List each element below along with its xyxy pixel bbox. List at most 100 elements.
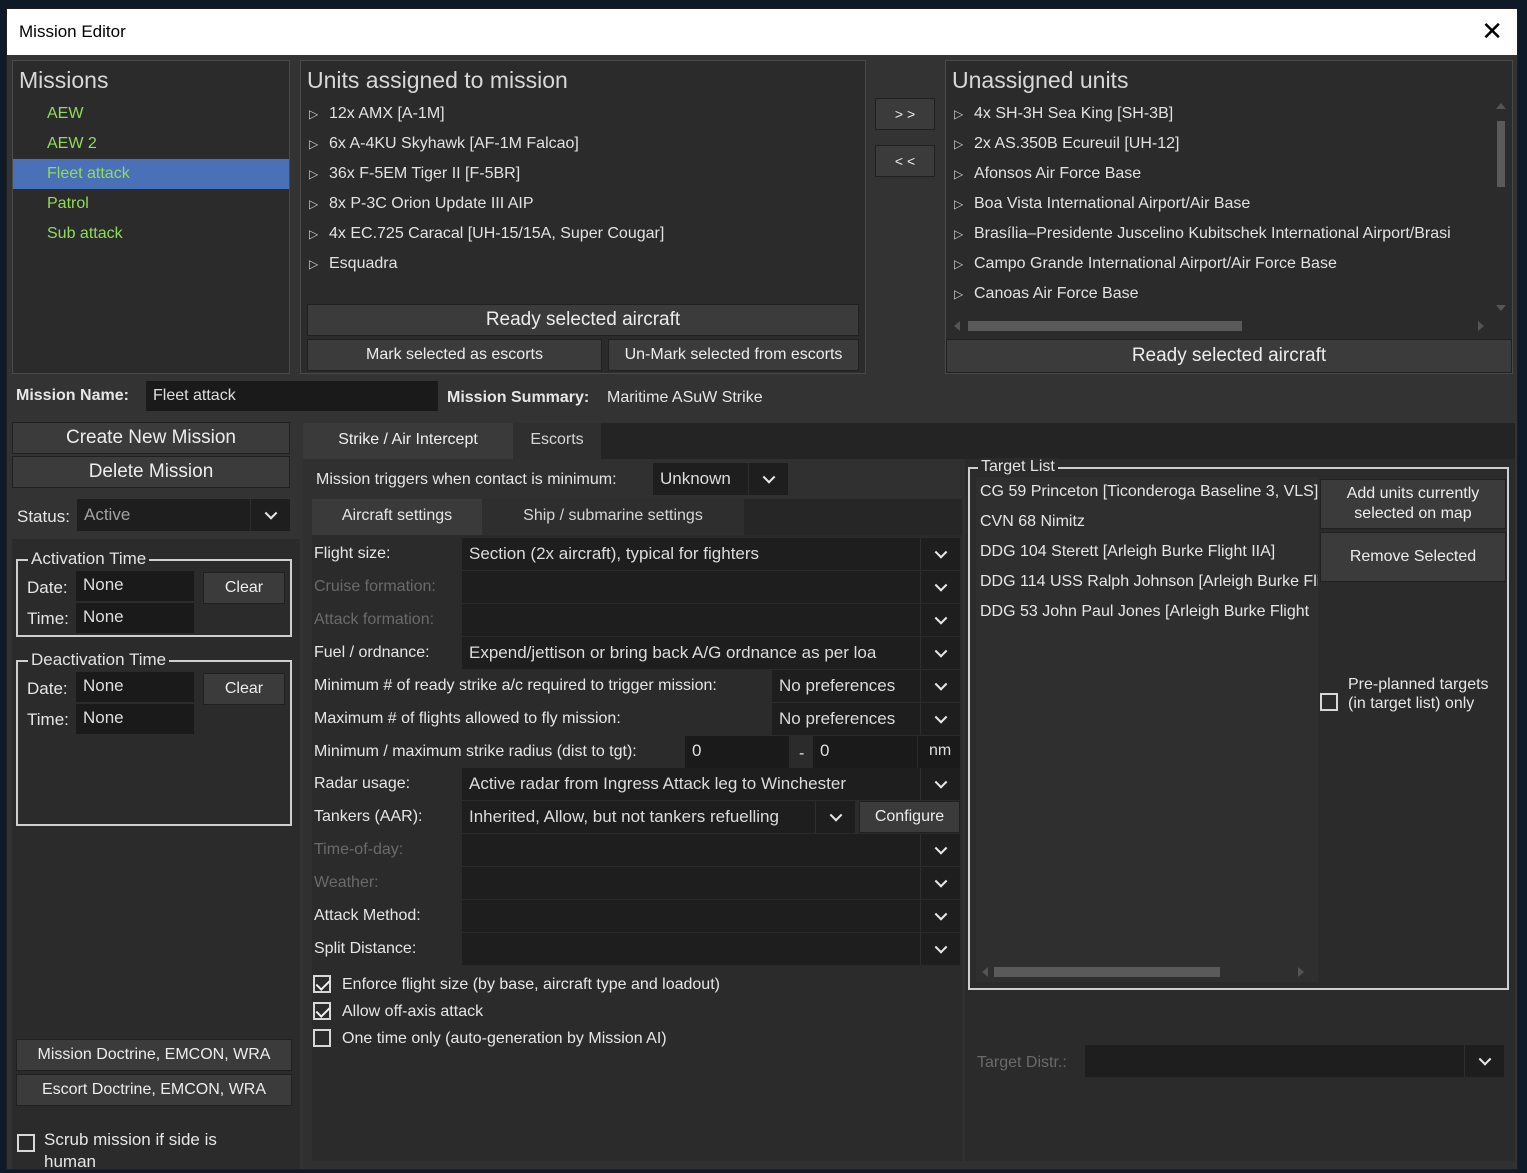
expand-icon[interactable]: ▷ — [309, 189, 318, 219]
scrub-mission-checkbox[interactable] — [17, 1134, 35, 1152]
target-item[interactable]: CG 59 Princeton [Ticonderoga Baseline 3,… — [976, 477, 1318, 507]
mission-name-input[interactable]: Fleet attack — [146, 381, 438, 411]
expand-icon[interactable]: ▷ — [954, 279, 963, 309]
radar-usage-select[interactable]: Active radar from Ingress Attack leg to … — [462, 768, 960, 800]
activation-date-field[interactable]: None — [76, 571, 194, 601]
chevron-down-icon[interactable] — [920, 571, 960, 603]
scroll-left-icon[interactable] — [954, 321, 960, 331]
scrollbar-thumb[interactable] — [994, 967, 1220, 977]
chevron-down-icon[interactable] — [920, 867, 960, 899]
scrollbar-thumb[interactable] — [968, 321, 1242, 331]
expand-icon[interactable]: ▷ — [309, 129, 318, 159]
pre-planned-targets-checkbox[interactable] — [1320, 693, 1338, 711]
scroll-left-icon[interactable] — [982, 967, 988, 977]
tree-item[interactable]: ▷ Campo Grande International Airport/Air … — [946, 249, 1490, 279]
expand-icon[interactable]: ▷ — [309, 159, 318, 189]
activation-time-field[interactable]: None — [76, 603, 194, 633]
deactivation-date-field[interactable]: None — [76, 672, 194, 702]
tankers-configure-button[interactable]: Configure — [859, 801, 960, 833]
cruise-formation-select[interactable] — [462, 571, 960, 603]
split-distance-select[interactable] — [462, 933, 960, 965]
tree-item[interactable]: ▷ 2x AS.350B Ecureuil [UH-12] — [946, 129, 1490, 159]
tree-item[interactable]: ▷ 4x SH-3H Sea King [SH-3B] — [946, 99, 1490, 129]
chevron-down-icon[interactable] — [748, 463, 788, 495]
mission-item[interactable]: Sub attack — [13, 219, 289, 249]
tree-item[interactable]: ▷ Boa Vista International Airport/Air Bas… — [946, 189, 1490, 219]
strike-radius-min-input[interactable]: 0 — [685, 736, 789, 768]
expand-icon[interactable]: ▷ — [309, 219, 318, 249]
mission-item-selected[interactable]: Fleet attack — [13, 159, 289, 189]
tab-strike-air-intercept[interactable]: Strike / Air Intercept — [303, 423, 513, 459]
status-select[interactable]: Active — [77, 499, 290, 531]
expand-icon[interactable]: ▷ — [309, 249, 318, 279]
allow-off-axis-checkbox[interactable] — [313, 1002, 331, 1020]
chevron-down-icon[interactable] — [1464, 1045, 1504, 1077]
max-flights-select[interactable]: No preferences — [772, 703, 960, 735]
chevron-down-icon[interactable] — [920, 933, 960, 965]
expand-icon[interactable]: ▷ — [309, 99, 318, 129]
time-of-day-select[interactable] — [462, 834, 960, 866]
target-distr-select[interactable] — [1085, 1045, 1504, 1077]
tree-item[interactable]: ▷ 8x P-3C Orion Update III AIP — [301, 189, 865, 219]
deactivation-clear-button[interactable]: Clear — [203, 673, 285, 705]
activation-clear-button[interactable]: Clear — [203, 572, 285, 604]
mission-item[interactable]: AEW — [13, 99, 289, 129]
min-ready-select[interactable]: No preferences — [772, 670, 960, 702]
add-units-from-map-button[interactable]: Add units currently selected on map — [1320, 479, 1506, 529]
scroll-right-icon[interactable] — [1478, 321, 1484, 331]
target-horizontal-scrollbar[interactable] — [982, 965, 1312, 979]
ready-selected-aircraft-button[interactable]: Ready selected aircraft — [307, 304, 859, 336]
close-icon[interactable]: ✕ — [1481, 17, 1503, 45]
scroll-down-icon[interactable] — [1496, 305, 1506, 311]
flight-size-select[interactable]: Section (2x aircraft), typical for fight… — [462, 538, 960, 570]
subtab-aircraft-settings[interactable]: Aircraft settings — [312, 499, 482, 535]
delete-mission-button[interactable]: Delete Mission — [12, 456, 290, 488]
expand-icon[interactable]: ▷ — [954, 189, 963, 219]
chevron-down-icon[interactable] — [920, 637, 960, 669]
chevron-down-icon[interactable] — [815, 801, 855, 833]
tree-item[interactable]: ▷ 36x F-5EM Tiger II [F-5BR] — [301, 159, 865, 189]
tree-item[interactable]: ▷ 4x EC.725 Caracal [UH-15/15A, Super Cou… — [301, 219, 865, 249]
tree-item[interactable]: ▷ 12x AMX [A-1M] — [301, 99, 865, 129]
target-item[interactable]: DDG 53 John Paul Jones [Arleigh Burke Fl… — [976, 597, 1318, 627]
deactivation-time-field[interactable]: None — [76, 704, 194, 734]
mission-item[interactable]: AEW 2 — [13, 129, 289, 159]
mission-item[interactable]: Patrol — [13, 189, 289, 219]
ready-unassigned-aircraft-button[interactable]: Ready selected aircraft — [946, 339, 1512, 373]
tree-item[interactable]: ▷ Brasília–Presidente Juscelino Kubitsche… — [946, 219, 1490, 249]
target-item[interactable]: DDG 114 USS Ralph Johnson [Arleigh Burke… — [976, 567, 1318, 597]
target-item[interactable]: CVN 68 Nimitz — [976, 507, 1318, 537]
mark-escorts-button[interactable]: Mark selected as escorts — [307, 339, 602, 371]
chevron-down-icon[interactable] — [920, 703, 960, 735]
weather-select[interactable] — [462, 867, 960, 899]
horizontal-scrollbar[interactable] — [954, 319, 1484, 333]
tab-escorts[interactable]: Escorts — [513, 423, 601, 459]
enforce-flight-size-checkbox[interactable] — [313, 975, 331, 993]
tree-item[interactable]: ▷ 6x A-4KU Skyhawk [AF-1M Falcao] — [301, 129, 865, 159]
expand-icon[interactable]: ▷ — [954, 219, 963, 249]
expand-icon[interactable]: ▷ — [954, 129, 963, 159]
tree-item[interactable]: ▷ Esquadra — [301, 249, 865, 279]
fuel-ordnance-select[interactable]: Expend/jettison or bring back A/G ordnan… — [462, 637, 960, 669]
strike-radius-max-input[interactable]: 0 — [813, 736, 917, 768]
assign-units-button[interactable]: > > — [875, 98, 935, 130]
expand-icon[interactable]: ▷ — [954, 249, 963, 279]
chevron-down-icon[interactable] — [250, 499, 290, 531]
one-time-only-checkbox[interactable] — [313, 1029, 331, 1047]
unassign-units-button[interactable]: < < — [875, 145, 935, 177]
chevron-down-icon[interactable] — [920, 834, 960, 866]
create-new-mission-button[interactable]: Create New Mission — [12, 422, 290, 454]
scroll-right-icon[interactable] — [1298, 967, 1304, 977]
expand-icon[interactable]: ▷ — [954, 159, 963, 189]
trigger-select[interactable]: Unknown — [653, 463, 788, 495]
unmark-escorts-button[interactable]: Un-Mark selected from escorts — [608, 339, 859, 371]
subtab-ship-submarine-settings[interactable]: Ship / submarine settings — [482, 499, 744, 535]
remove-selected-target-button[interactable]: Remove Selected — [1320, 532, 1506, 582]
expand-icon[interactable]: ▷ — [954, 99, 963, 129]
tree-item[interactable]: ▷ Canoas Air Force Base — [946, 279, 1490, 309]
chevron-down-icon[interactable] — [920, 768, 960, 800]
vertical-scrollbar[interactable] — [1494, 101, 1508, 313]
chevron-down-icon[interactable] — [920, 604, 960, 636]
chevron-down-icon[interactable] — [920, 538, 960, 570]
mission-doctrine-button[interactable]: Mission Doctrine, EMCON, WRA — [16, 1039, 292, 1071]
